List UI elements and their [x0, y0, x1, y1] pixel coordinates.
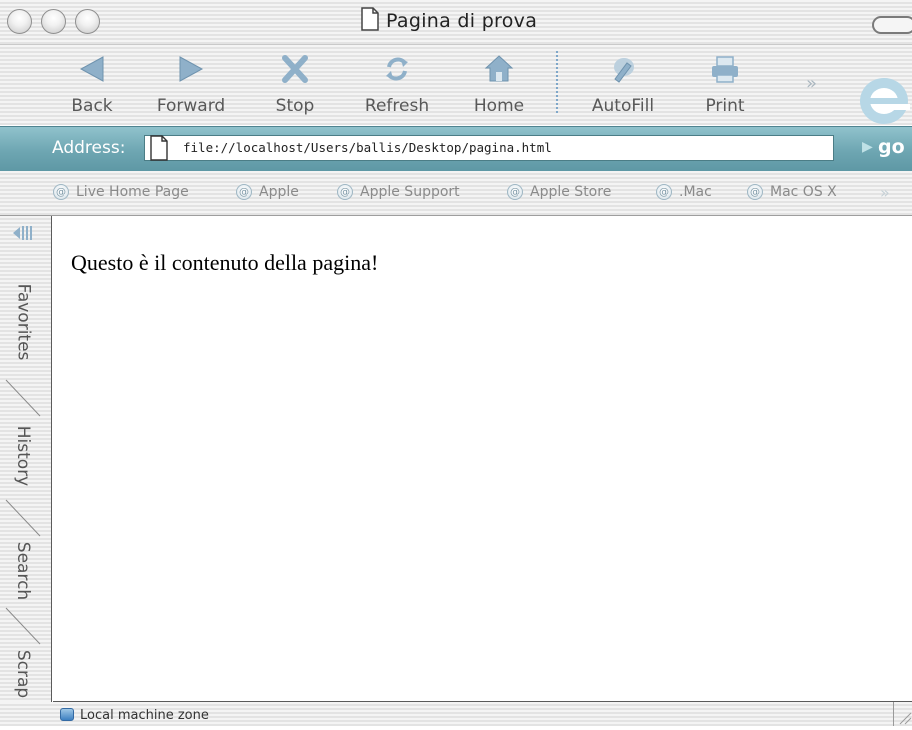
forward-arrow-icon	[176, 53, 206, 89]
refresh-label: Refresh	[364, 96, 430, 116]
toolbar-separator	[556, 51, 558, 113]
tab-search[interactable]: Search	[6, 536, 40, 606]
minimize-window-button[interactable]	[41, 9, 66, 34]
address-bar: Address: file://localhost/Users/ballis/D…	[0, 126, 912, 172]
address-url-text: file://localhost/Users/ballis/Desktop/pa…	[183, 140, 552, 155]
favorite-apple-support[interactable]: @ Apple Support	[337, 184, 460, 200]
back-label: Back	[71, 96, 113, 116]
at-icon: @	[236, 184, 252, 200]
toolbar-toggle-button[interactable]	[872, 16, 912, 34]
resize-grip-icon	[899, 712, 912, 725]
sidebar-handle-icon[interactable]	[12, 224, 34, 246]
stop-x-icon	[280, 53, 310, 89]
autofill-button[interactable]: AutoFill	[578, 45, 668, 125]
home-label: Home	[473, 96, 525, 116]
close-window-button[interactable]	[7, 9, 32, 34]
at-icon: @	[337, 184, 353, 200]
tab-scrapbook[interactable]: Scrap	[6, 644, 40, 704]
at-icon: @	[747, 184, 763, 200]
address-label: Address:	[52, 138, 126, 158]
document-icon	[360, 7, 380, 35]
internet-explorer-logo-icon	[850, 71, 912, 129]
go-arrow-icon: ▶	[862, 139, 873, 155]
window-title: Pagina di prova	[360, 6, 537, 36]
favorites-more-icon[interactable]: »	[880, 183, 890, 202]
refresh-button[interactable]: Refresh	[352, 45, 442, 125]
back-arrow-icon	[77, 53, 107, 89]
at-icon: @	[53, 184, 69, 200]
favorite-apple[interactable]: @ Apple	[236, 184, 299, 200]
autofill-pen-icon	[607, 53, 639, 89]
stop-button[interactable]: Stop	[266, 45, 324, 125]
print-button[interactable]: Print	[694, 45, 756, 125]
forward-label: Forward	[156, 96, 226, 116]
forward-button[interactable]: Forward	[146, 45, 236, 125]
favorite-mac[interactable]: @ .Mac	[656, 184, 712, 200]
security-zone-text: Local machine zone	[80, 708, 209, 723]
toolbar: Back Forward Stop Refresh Home AutoFill	[0, 45, 912, 125]
address-input[interactable]: file://localhost/Users/ballis/Desktop/pa…	[144, 135, 834, 161]
window-title-text: Pagina di prova	[386, 10, 538, 32]
page-content-area[interactable]: Questo è il contenuto della pagina!	[53, 216, 912, 702]
printer-icon	[709, 53, 741, 89]
security-zone-icon	[60, 708, 74, 721]
zoom-window-button[interactable]	[75, 9, 100, 34]
print-label: Print	[705, 96, 745, 116]
page-document-icon	[149, 135, 169, 165]
tab-favorites[interactable]: Favorites	[6, 272, 40, 372]
at-icon: @	[507, 184, 523, 200]
page-text: Questo è il contenuto della pagina!	[71, 250, 379, 275]
back-button[interactable]: Back	[62, 45, 122, 125]
home-icon	[484, 53, 514, 89]
toolbar-more-icon[interactable]: »	[806, 73, 817, 94]
favorite-mac-os-x[interactable]: @ Mac OS X	[747, 184, 837, 200]
tab-history[interactable]: History	[6, 416, 40, 496]
title-bar: Pagina di prova	[0, 0, 912, 45]
autofill-label: AutoFill	[591, 96, 655, 116]
at-icon: @	[656, 184, 672, 200]
stop-label: Stop	[275, 96, 315, 116]
explorer-bar-tabs: Favorites History Search Scrap	[0, 216, 52, 706]
refresh-icon	[381, 53, 413, 89]
status-bar: Local machine zone	[0, 702, 912, 726]
favorite-live-home-page[interactable]: @ Live Home Page	[53, 184, 189, 200]
home-button[interactable]: Home	[464, 45, 534, 125]
go-button[interactable]: go	[878, 136, 905, 158]
resize-grip[interactable]	[893, 702, 912, 726]
favorite-apple-store[interactable]: @ Apple Store	[507, 184, 611, 200]
favorites-bar: @ Live Home Page @ Apple @ Apple Support @ A…	[0, 171, 912, 216]
